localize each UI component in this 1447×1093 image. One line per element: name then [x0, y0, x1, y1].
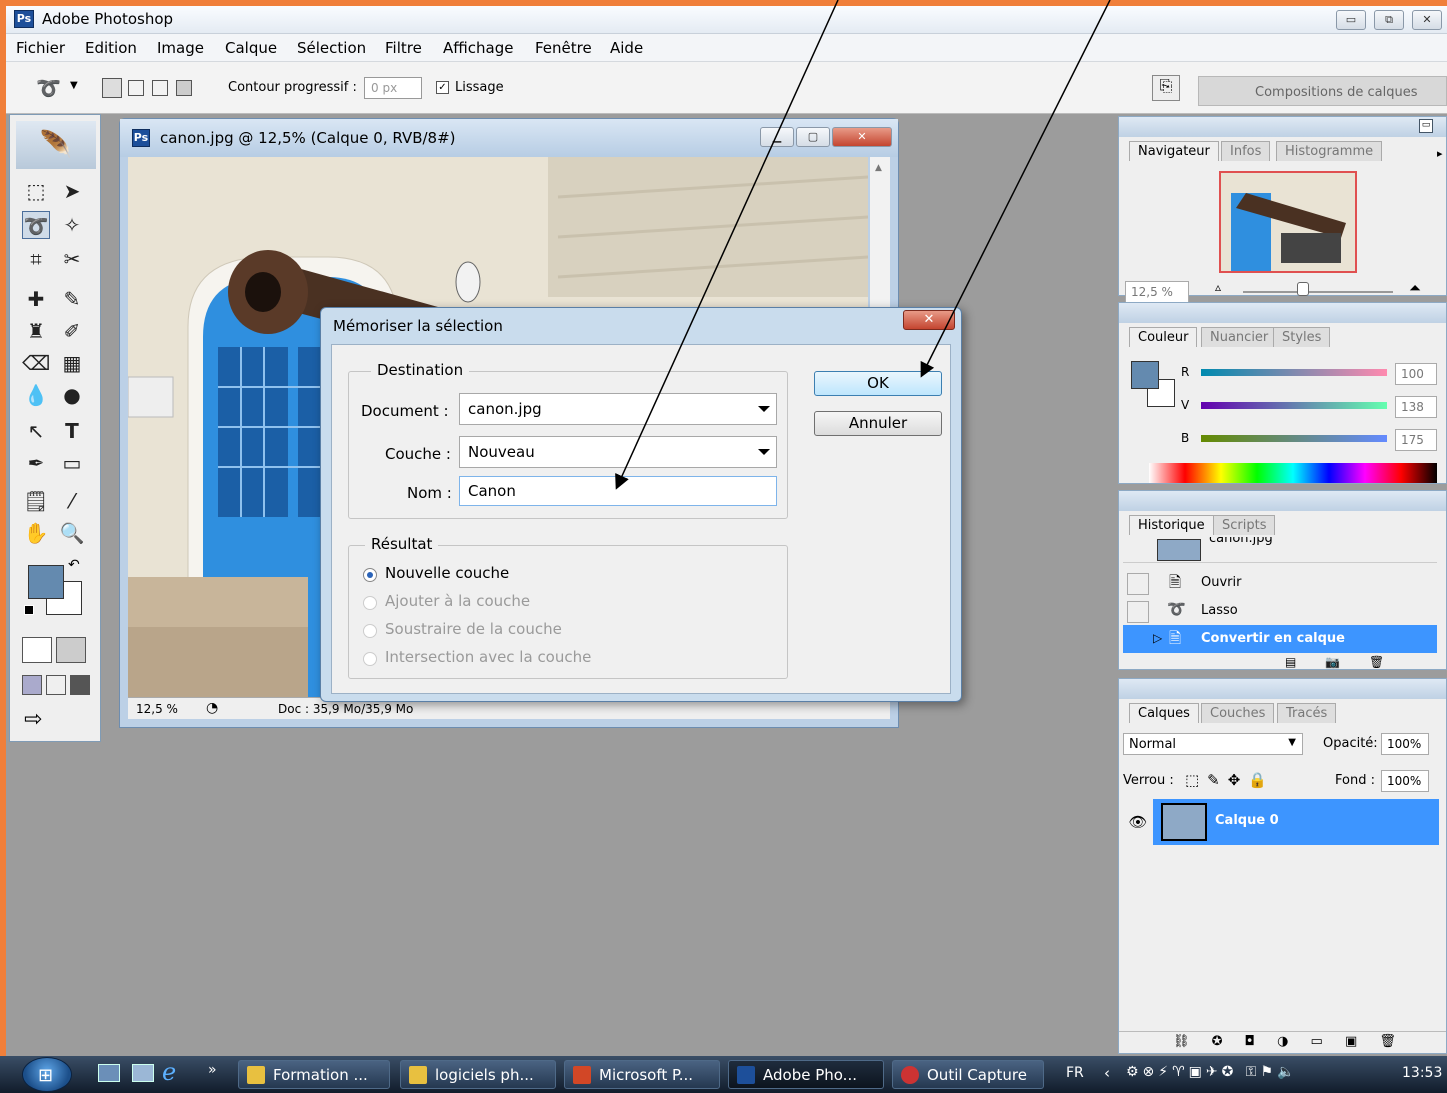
taskbar-button-label: Adobe Pho...: [763, 1066, 857, 1084]
internet-explorer-icon[interactable]: e: [162, 1058, 176, 1086]
taskbar-button[interactable]: logiciels ph...: [400, 1060, 556, 1089]
start-button[interactable]: ⊞: [22, 1057, 72, 1092]
clock[interactable]: 13:53: [1402, 1065, 1442, 1081]
foreground-color-swatch[interactable]: [28, 565, 64, 599]
arrow-to-ok-button: [920, 0, 1111, 378]
folder-icon: [247, 1066, 265, 1084]
taskbar-button[interactable]: Microsoft P...: [564, 1060, 720, 1089]
annotation-arrows: [615, 0, 1111, 490]
system-tray-icons[interactable]: ⚙⊗⚡♈▣✈✪ ⚿⚑🔈: [1126, 1064, 1386, 1084]
quicklaunch-overflow-icon[interactable]: »: [208, 1062, 217, 1078]
photoshop-icon: [737, 1066, 755, 1084]
folder-icon: [409, 1066, 427, 1084]
arrow-to-name-field: [615, 0, 839, 490]
taskbar-button-label: Outil Capture: [927, 1066, 1027, 1084]
taskbar-button-active[interactable]: Adobe Pho...: [728, 1060, 884, 1089]
language-indicator[interactable]: FR: [1066, 1065, 1084, 1081]
taskbar-button-label: Microsoft P...: [599, 1066, 694, 1084]
taskbar-button-label: logiciels ph...: [435, 1066, 534, 1084]
show-desktop-icon[interactable]: [98, 1064, 120, 1082]
taskbar-button-label: Formation ...: [273, 1066, 368, 1084]
windows-taskbar: ⊞ e » Formation ... logiciels ph... Micr…: [0, 1056, 1447, 1093]
taskbar-button[interactable]: Outil Capture: [892, 1060, 1044, 1089]
windows-logo-icon: ⊞: [38, 1065, 54, 1086]
snipping-tool-icon: [901, 1066, 919, 1084]
color-foreground-swatch[interactable]: [1131, 361, 1159, 389]
powerpoint-icon: [573, 1066, 591, 1084]
taskbar-button[interactable]: Formation ...: [238, 1060, 390, 1089]
switch-windows-icon[interactable]: [132, 1064, 154, 1082]
tray-expand-icon[interactable]: ‹: [1104, 1064, 1110, 1082]
